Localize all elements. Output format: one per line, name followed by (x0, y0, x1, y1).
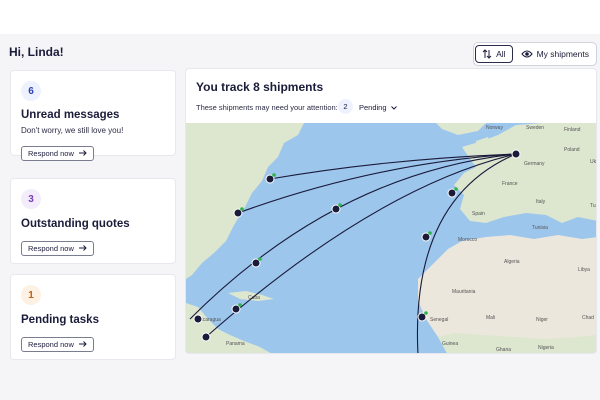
map-country-label: France (502, 181, 518, 187)
status-dot-icon (338, 203, 342, 207)
map-country-label: Ukraine (590, 159, 597, 165)
shipments-title: You track 8 shipments (196, 80, 324, 94)
map-country-label: Ghana (496, 347, 511, 353)
attention-count-badge: 2 (338, 99, 353, 114)
map-country-label: Nigeria (538, 345, 554, 351)
map-country-label: Norway (486, 125, 503, 131)
status-dot-icon (424, 311, 428, 315)
respond-now-button[interactable]: Respond now (21, 241, 94, 256)
card-title: Pending tasks (21, 314, 99, 326)
card-subtitle: Don't worry, we still love you! (21, 126, 124, 135)
map-country-label: Spain (472, 211, 485, 217)
respond-label: Respond now (28, 244, 74, 253)
map-country-label: Mauritania (452, 289, 476, 295)
status-dot-icon (454, 187, 458, 191)
map-country-label: Morocco (458, 237, 477, 243)
shipments-panel: You track 8 shipments These shipments ma… (185, 68, 597, 354)
arrow-right-icon (78, 244, 87, 253)
card-title: Unread messages (21, 109, 120, 121)
all-shipments-button[interactable]: All (475, 45, 513, 63)
status-dot-icon (428, 231, 432, 235)
map-country-label: Germany (524, 161, 545, 167)
respond-now-button[interactable]: Respond now (21, 146, 94, 161)
map-country-label: Finland (564, 127, 581, 133)
count-badge: 3 (21, 189, 41, 209)
map-country-label: Senegal (430, 317, 448, 323)
map-country-label: Panama (226, 341, 245, 347)
unread-messages-card: 6 Unread messages Don't worry, we still … (10, 70, 176, 161)
all-label: All (496, 49, 506, 59)
respond-label: Respond now (28, 149, 74, 158)
map-country-label: Chad (582, 315, 594, 321)
card-title: Outstanding quotes (21, 218, 130, 230)
status-dot-icon (240, 207, 244, 211)
greeting-heading: Hi, Linda! (9, 45, 64, 59)
shipment-marker-icon[interactable] (511, 149, 521, 159)
map-country-label: Italy (536, 199, 546, 205)
arrow-right-icon (78, 340, 87, 349)
my-shipments-button[interactable]: My shipments (515, 45, 595, 63)
map-country-label: Sweden (526, 125, 544, 131)
dashboard-page: Hi, Linda! All My shipments 6 Unread mes… (0, 0, 600, 400)
attention-text: These shipments may need your attention: (196, 103, 338, 112)
count-badge: 1 (21, 285, 41, 305)
status-dot-icon (272, 173, 276, 177)
count-badge: 6 (21, 81, 41, 101)
map-country-label: Turkey (590, 203, 597, 209)
shipment-marker-icon[interactable] (193, 314, 203, 324)
respond-label: Respond now (28, 340, 74, 349)
outstanding-quotes-card: 3 Outstanding quotes Respond now (10, 178, 176, 264)
map-country-label: Mali (486, 315, 495, 321)
my-shipments-label: My shipments (536, 49, 589, 59)
eye-icon (520, 49, 533, 59)
transfer-arrows-icon (482, 49, 492, 59)
status-filter-value: Pending (359, 103, 387, 112)
shipments-map[interactable]: Norway Sweden Finland Poland Ukraine Germany F… (186, 123, 597, 354)
chevron-down-icon (390, 103, 397, 112)
arrow-right-icon (78, 149, 87, 158)
map-country-label: Niger (536, 317, 548, 323)
shipment-marker-icon[interactable] (201, 332, 211, 342)
map-country-label: Tunisia (532, 225, 548, 231)
status-dot-icon (258, 257, 262, 261)
map-country-label: Guinea (442, 341, 458, 347)
map-country-label: Poland (564, 147, 580, 153)
map-country-label: Libya (578, 267, 590, 273)
respond-now-button[interactable]: Respond now (21, 337, 94, 352)
top-bar (0, 0, 600, 34)
view-toggle: All My shipments (473, 42, 597, 66)
status-dot-icon (238, 303, 242, 307)
status-filter-dropdown[interactable]: Pending (359, 103, 397, 112)
pending-tasks-card: 1 Pending tasks Respond now (10, 274, 176, 360)
map-country-label: Algeria (504, 259, 520, 265)
